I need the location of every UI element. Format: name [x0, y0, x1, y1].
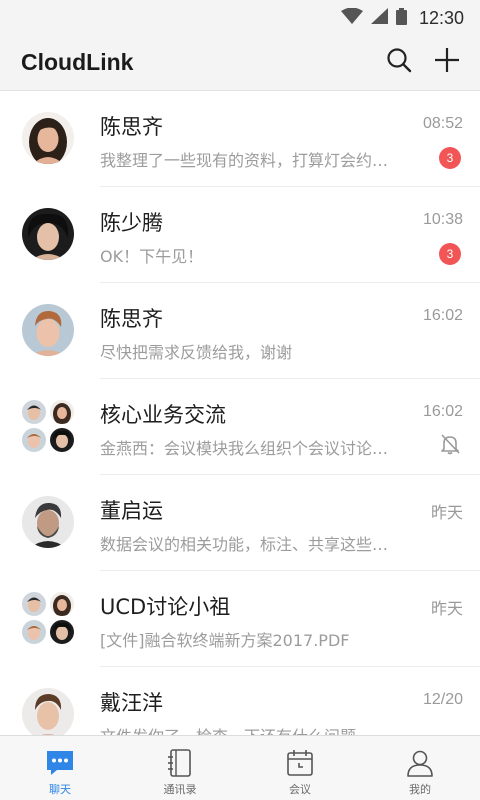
- tab-meeting[interactable]: 会议: [240, 736, 360, 800]
- chat-preview: 文件发你了，检查一下还有什么问题: [100, 723, 412, 735]
- chat-time: 16:02: [422, 307, 463, 324]
- status-bar: 12:30: [0, 0, 480, 36]
- tab-label: 会议: [289, 783, 311, 796]
- avatar: [22, 688, 74, 735]
- battery-icon: [395, 7, 407, 29]
- avatar: [22, 208, 74, 260]
- plus-icon: [434, 47, 460, 77]
- chat-item[interactable]: 董启运 昨天 数据会议的相关功能，标注、共享这些…: [0, 475, 480, 571]
- tab-me[interactable]: 我的: [360, 736, 480, 800]
- status-icons: 12:30: [340, 7, 464, 29]
- chat-name: 陈思齐: [100, 115, 163, 139]
- chat-item[interactable]: 陈思齐 08:52 我整理了一些现有的资料，打算灯会约… 3: [0, 91, 480, 187]
- calendar-icon: [285, 748, 315, 778]
- app-title: CloudLink: [21, 49, 134, 75]
- chat-name: 董启运: [100, 499, 163, 523]
- chat-preview: 金燕西：会议模块我么组织个会议讨论…: [100, 439, 389, 458]
- tab-chat[interactable]: 聊天: [0, 736, 120, 800]
- chat-name: 陈思齐: [100, 307, 163, 331]
- tab-contacts[interactable]: 通讯录: [120, 736, 240, 800]
- group-avatar: [22, 400, 74, 452]
- cellular-signal-icon: [370, 8, 388, 28]
- avatar: [22, 304, 74, 356]
- search-button[interactable]: [383, 46, 415, 78]
- chat-time: 10:38: [422, 211, 463, 228]
- unread-badge: 3: [439, 147, 461, 169]
- chat-item[interactable]: 陈思齐 16:02 尽快把需求反馈给我，谢谢: [0, 283, 480, 379]
- avatar: [22, 496, 74, 548]
- status-time: 12:30: [418, 7, 464, 28]
- chat-item[interactable]: UCD讨论小祖 昨天 [文件]融合软终端新方案2017.PDF: [0, 571, 480, 667]
- tab-label: 聊天: [49, 783, 71, 796]
- chat-item[interactable]: 戴汪洋 12/20 文件发你了，检查一下还有什么问题: [0, 667, 480, 735]
- group-avatar: [22, 592, 74, 644]
- chat-preview: 我整理了一些现有的资料，打算灯会约…: [100, 151, 389, 170]
- avatar: [22, 112, 74, 164]
- contacts-book-icon: [165, 748, 195, 778]
- chat-preview: 尽快把需求反馈给我，谢谢: [100, 343, 293, 362]
- tab-label: 通讯录: [163, 783, 197, 796]
- chat-bubble-icon: [45, 748, 75, 778]
- chat-time: 16:02: [422, 403, 463, 420]
- app-bar: CloudLink: [0, 36, 480, 91]
- bottom-tab-bar: 聊天 通讯录 会议 我的: [0, 735, 480, 800]
- chat-preview: [文件]融合软终端新方案2017.PDF: [100, 631, 350, 650]
- tab-label: 我的: [409, 783, 431, 796]
- add-button[interactable]: [431, 46, 463, 78]
- wifi-icon: [340, 7, 363, 28]
- chat-time: 12/20: [422, 691, 463, 708]
- search-icon: [386, 47, 412, 77]
- chat-name: 戴汪洋: [100, 691, 163, 715]
- chat-list[interactable]: 陈思齐 08:52 我整理了一些现有的资料，打算灯会约… 3 陈少腾 10:38…: [0, 91, 480, 735]
- chat-time: 昨天: [430, 505, 463, 522]
- chat-item[interactable]: 陈少腾 10:38 OK！下午见！ 3: [0, 187, 480, 283]
- chat-name: UCD讨论小祖: [100, 595, 231, 619]
- chat-preview: 数据会议的相关功能，标注、共享这些…: [100, 535, 389, 554]
- unread-badge: 3: [439, 243, 461, 265]
- chat-name: 核心业务交流: [100, 403, 226, 427]
- chat-time: 昨天: [430, 601, 463, 618]
- chat-preview: OK！下午见！: [100, 247, 204, 266]
- chat-name: 陈少腾: [100, 211, 163, 235]
- mute-bell-icon: [439, 433, 461, 455]
- chat-time: 08:52: [422, 115, 463, 132]
- chat-item[interactable]: 核心业务交流 16:02 金燕西：会议模块我么组织个会议讨论…: [0, 379, 480, 475]
- person-icon: [405, 748, 435, 778]
